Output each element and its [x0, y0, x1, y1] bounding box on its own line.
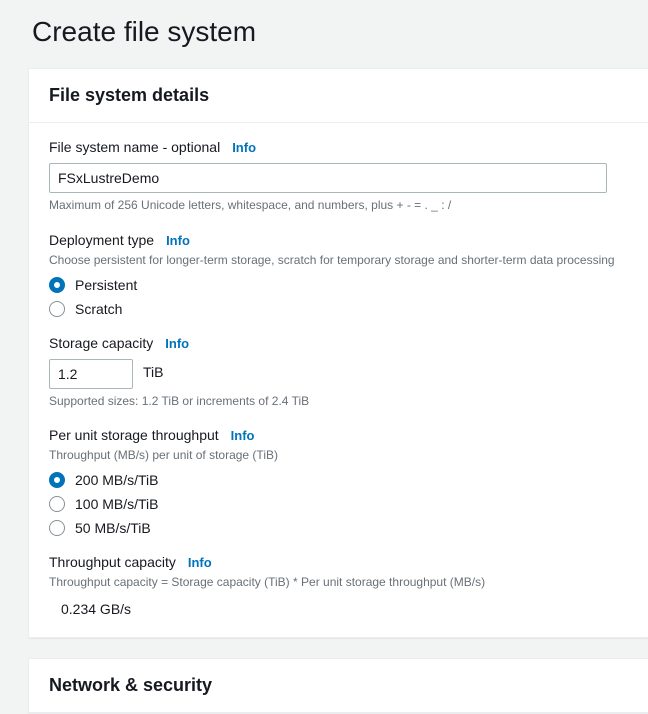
panel-header: Network & security: [29, 659, 648, 713]
storage-capacity-field: Storage capacity Info TiB Supported size…: [49, 335, 628, 410]
info-link-name[interactable]: Info: [232, 140, 256, 155]
panel-title: File system details: [49, 85, 628, 106]
deployment-type-label: Deployment type: [49, 232, 154, 248]
info-link-throughput-capacity[interactable]: Info: [188, 555, 212, 570]
file-system-name-helper: Maximum of 256 Unicode letters, whitespa…: [49, 197, 628, 214]
deployment-radio-persistent[interactable]: Persistent: [49, 277, 628, 293]
throughput-radio-200-label: 200 MB/s/TiB: [75, 472, 159, 488]
throughput-capacity-value: 0.234 GB/s: [49, 601, 628, 617]
throughput-per-unit-label: Per unit storage throughput: [49, 427, 219, 443]
throughput-radio-200[interactable]: 200 MB/s/TiB: [49, 472, 628, 488]
file-system-name-input[interactable]: [49, 163, 607, 193]
file-system-name-field: File system name - optional Info Maximum…: [49, 139, 628, 214]
throughput-capacity-label: Throughput capacity: [49, 554, 176, 570]
panel-header: File system details: [29, 69, 648, 123]
network-security-panel: Network & security: [28, 658, 648, 714]
throughput-per-unit-helper: Throughput (MB/s) per unit of storage (T…: [49, 447, 628, 464]
throughput-capacity-field: Throughput capacity Info Throughput capa…: [49, 554, 628, 617]
deployment-type-helper: Choose persistent for longer-term storag…: [49, 252, 628, 269]
throughput-per-unit-field: Per unit storage throughput Info Through…: [49, 427, 628, 536]
deployment-radio-scratch[interactable]: Scratch: [49, 301, 628, 317]
storage-capacity-label: Storage capacity: [49, 335, 153, 351]
info-link-deployment[interactable]: Info: [166, 233, 190, 248]
file-system-name-label: File system name - optional: [49, 139, 220, 155]
radio-unselected-icon: [49, 496, 65, 512]
file-system-details-panel: File system details File system name - o…: [28, 68, 648, 638]
throughput-radio-100-label: 100 MB/s/TiB: [75, 496, 159, 512]
panel-body: File system name - optional Info Maximum…: [29, 123, 648, 637]
storage-capacity-helper: Supported sizes: 1.2 TiB or increments o…: [49, 393, 628, 410]
throughput-radio-group: 200 MB/s/TiB 100 MB/s/TiB 50 MB/s/TiB: [49, 472, 628, 536]
deployment-radio-group: Persistent Scratch: [49, 277, 628, 317]
radio-selected-icon: [49, 277, 65, 293]
info-link-storage[interactable]: Info: [165, 336, 189, 351]
deployment-radio-persistent-label: Persistent: [75, 277, 137, 293]
radio-unselected-icon: [49, 520, 65, 536]
deployment-type-field: Deployment type Info Choose persistent f…: [49, 232, 628, 317]
page-title: Create file system: [32, 16, 648, 48]
throughput-radio-100[interactable]: 100 MB/s/TiB: [49, 496, 628, 512]
radio-unselected-icon: [49, 301, 65, 317]
throughput-radio-50-label: 50 MB/s/TiB: [75, 520, 151, 536]
storage-capacity-input[interactable]: [49, 359, 133, 389]
throughput-radio-50[interactable]: 50 MB/s/TiB: [49, 520, 628, 536]
deployment-radio-scratch-label: Scratch: [75, 301, 122, 317]
info-link-throughput-unit[interactable]: Info: [231, 428, 255, 443]
radio-selected-icon: [49, 472, 65, 488]
panel-title: Network & security: [49, 675, 628, 696]
storage-capacity-unit: TiB: [143, 364, 163, 380]
throughput-capacity-helper: Throughput capacity = Storage capacity (…: [49, 574, 628, 591]
